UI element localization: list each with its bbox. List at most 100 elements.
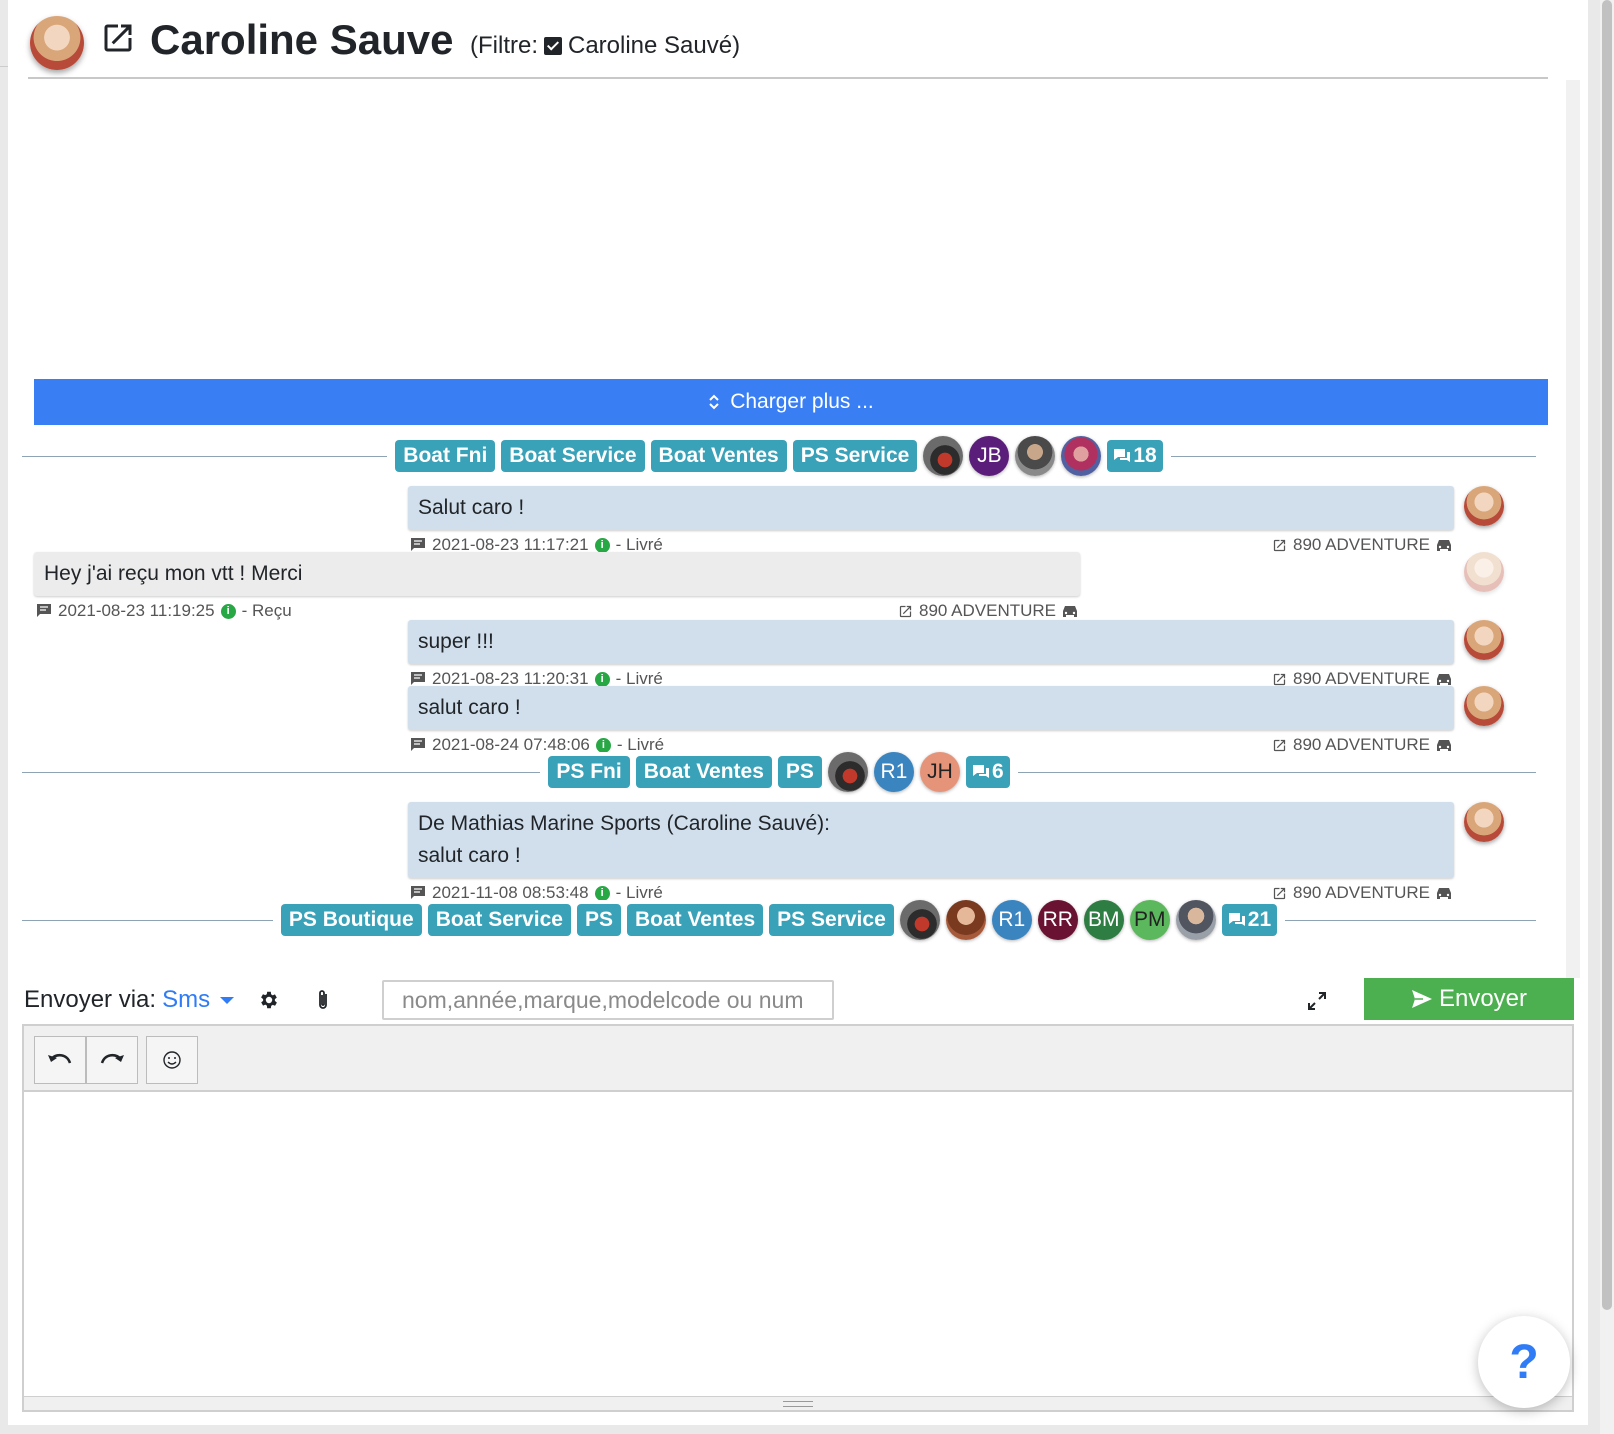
sender-avatar[interactable] bbox=[1464, 486, 1504, 526]
department-tag[interactable]: PS Service bbox=[792, 440, 918, 472]
department-tag[interactable]: PS Service bbox=[769, 904, 894, 936]
department-tag[interactable]: Boat Ventes bbox=[650, 440, 787, 472]
department-tag[interactable]: Boat Service bbox=[501, 440, 645, 472]
participant-avatar[interactable] bbox=[1015, 436, 1056, 476]
header-divider bbox=[28, 77, 1548, 79]
settings-button[interactable] bbox=[254, 985, 284, 1015]
sms-icon bbox=[411, 738, 425, 751]
department-tag[interactable]: PS Boutique bbox=[280, 904, 422, 936]
info-icon[interactable]: i bbox=[594, 885, 610, 901]
messages-scrollbar[interactable] bbox=[1566, 80, 1580, 978]
open-external-icon[interactable] bbox=[1272, 738, 1287, 753]
filter-checkbox[interactable] bbox=[544, 37, 562, 55]
redo-icon bbox=[100, 1054, 124, 1064]
window-edge bbox=[0, 66, 8, 67]
participant-avatar-initials[interactable]: JH bbox=[919, 752, 960, 792]
message-bubble[interactable]: Salut caro ! bbox=[408, 486, 1454, 530]
info-icon[interactable]: i bbox=[594, 671, 610, 687]
open-external-icon[interactable] bbox=[1272, 886, 1287, 901]
composer-bar: Envoyer via: Sms Envoyer bbox=[22, 978, 1574, 1022]
expand-button[interactable] bbox=[1302, 986, 1332, 1016]
help-button[interactable]: ? bbox=[1478, 1316, 1570, 1408]
participant-avatar-initials[interactable]: JB bbox=[969, 436, 1010, 476]
department-tag[interactable]: Boat Fni bbox=[395, 440, 496, 472]
channel-dropdown[interactable]: Sms bbox=[162, 986, 235, 1014]
participant-avatar-initials[interactable]: R1 bbox=[991, 900, 1032, 940]
open-external-icon[interactable] bbox=[1272, 672, 1287, 687]
thread-separator: Boat Fni Boat Service Boat Ventes PS Ser… bbox=[22, 436, 1536, 476]
sms-icon bbox=[37, 604, 51, 617]
participant-avatar[interactable] bbox=[899, 900, 940, 940]
message-bubble[interactable]: Hey j'ai reçu mon vtt ! Merci bbox=[34, 552, 1080, 596]
info-icon[interactable]: i bbox=[595, 737, 611, 753]
participant-avatar-initials[interactable]: RR bbox=[1037, 900, 1078, 940]
send-via-label: Envoyer via: bbox=[24, 986, 157, 1013]
load-more-label: Charger plus ... bbox=[730, 390, 874, 413]
department-tag[interactable]: Boat Ventes bbox=[626, 904, 764, 936]
redo-button[interactable] bbox=[86, 1036, 138, 1084]
open-external-icon[interactable] bbox=[1272, 538, 1287, 553]
message-textarea[interactable] bbox=[24, 1092, 1572, 1396]
scrollbar-thumb[interactable] bbox=[1602, 0, 1612, 1310]
delivery-status: - Reçu bbox=[241, 601, 292, 620]
sms-icon bbox=[411, 886, 425, 899]
editor-resize-handle[interactable] bbox=[24, 1396, 1572, 1410]
attach-button[interactable] bbox=[308, 985, 338, 1015]
load-more-button[interactable]: Charger plus ... bbox=[34, 379, 1548, 425]
participant-avatar[interactable] bbox=[827, 752, 868, 792]
send-button[interactable]: Envoyer bbox=[1364, 978, 1574, 1020]
department-tag[interactable]: PS bbox=[777, 756, 822, 788]
message-bubble[interactable]: De Mathias Marine Sports (Caroline Sauvé… bbox=[408, 802, 1454, 878]
info-icon[interactable]: i bbox=[594, 537, 610, 553]
info-icon[interactable]: i bbox=[220, 603, 236, 619]
undo-button[interactable] bbox=[34, 1036, 86, 1084]
open-external-icon[interactable] bbox=[898, 604, 913, 619]
send-icon bbox=[1411, 990, 1432, 1008]
chat-bubbles-icon bbox=[1114, 449, 1131, 462]
expand-icon bbox=[1308, 992, 1326, 1010]
paperclip-icon bbox=[319, 990, 327, 1009]
page-scrollbar[interactable] bbox=[1600, 0, 1614, 1434]
message-outgoing: Salut caro ! 2021-08-23 11:17:21 i - Liv… bbox=[408, 486, 1454, 557]
participant-avatar[interactable] bbox=[923, 436, 964, 476]
participant-avatar-initials[interactable]: R1 bbox=[873, 752, 914, 792]
vehicle-label[interactable]: 890 ADVENTURE bbox=[1293, 535, 1430, 555]
editor-toolbar bbox=[24, 1026, 1572, 1092]
thread-separator: PS Fni Boat Ventes PS R1 JH 6 bbox=[22, 752, 1536, 792]
message-editor bbox=[22, 1024, 1574, 1412]
participant-avatar-initials[interactable]: BM bbox=[1083, 900, 1124, 940]
filter-name: Caroline Sauvé) bbox=[568, 32, 741, 59]
message-count-badge[interactable]: 18 bbox=[1107, 440, 1163, 472]
department-tag[interactable]: Boat Ventes bbox=[635, 756, 772, 788]
car-icon bbox=[1437, 888, 1451, 899]
participant-avatar[interactable] bbox=[945, 900, 986, 940]
department-tag[interactable]: Boat Service bbox=[427, 904, 571, 936]
message-bubble[interactable]: salut caro ! bbox=[408, 686, 1454, 730]
message-incoming: Hey j'ai reçu mon vtt ! Merci 2021-08-23… bbox=[34, 552, 1080, 623]
filter-label: (Filtre: Caroline Sauvé) bbox=[470, 32, 740, 60]
chevron-down-icon bbox=[220, 996, 235, 1004]
emoji-button[interactable] bbox=[146, 1036, 198, 1084]
sender-avatar[interactable] bbox=[1464, 620, 1504, 660]
sender-avatar[interactable] bbox=[1464, 802, 1504, 842]
message-count-badge[interactable]: 21 bbox=[1221, 904, 1278, 936]
message-count: 21 bbox=[1247, 908, 1272, 931]
sender-avatar[interactable] bbox=[1464, 686, 1504, 726]
participant-avatar[interactable] bbox=[1175, 900, 1216, 940]
message-text: salut caro ! bbox=[418, 696, 521, 719]
message-bubble[interactable]: super !!! bbox=[408, 620, 1454, 664]
car-icon bbox=[1437, 740, 1451, 751]
sender-avatar[interactable] bbox=[1464, 552, 1504, 592]
car-icon bbox=[1063, 606, 1077, 617]
help-label: ? bbox=[1509, 1335, 1539, 1389]
department-tag[interactable]: PS bbox=[576, 904, 621, 936]
contact-avatar[interactable] bbox=[30, 16, 84, 70]
vehicle-search-input[interactable] bbox=[382, 980, 834, 1020]
message-outgoing: salut caro ! 2021-08-24 07:48:06 i - Liv… bbox=[408, 686, 1454, 757]
open-external-icon[interactable] bbox=[100, 20, 136, 56]
department-tag[interactable]: PS Fni bbox=[548, 756, 630, 788]
message-count-badge[interactable]: 6 bbox=[965, 756, 1010, 788]
vehicle-label[interactable]: 890 ADVENTURE bbox=[919, 601, 1056, 621]
participant-avatar-initials[interactable]: PM bbox=[1129, 900, 1170, 940]
participant-avatar[interactable] bbox=[1061, 436, 1102, 476]
